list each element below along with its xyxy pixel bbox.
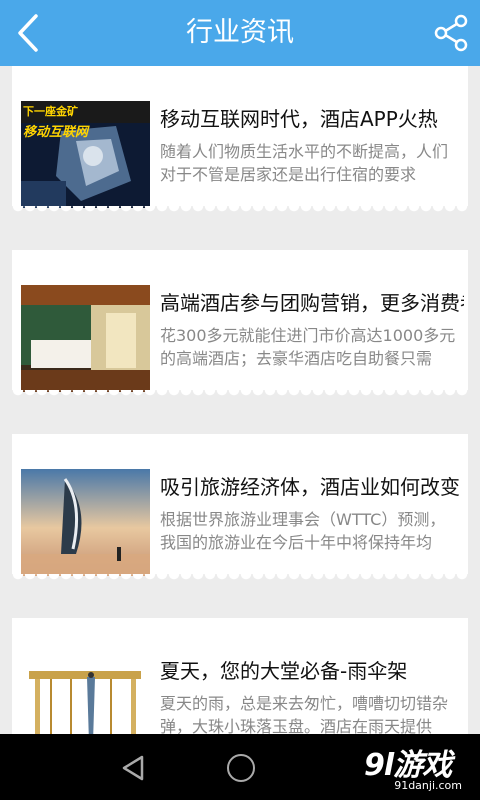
article-summary: 随着人们物质生活水平的不断提高，人们对于不管是居家还是出行住宿的要求 — [160, 142, 449, 184]
article-list[interactable]: 下一座金矿 移动互联网 移动互联网时代，酒店APP火热 随着人们物质生活水平的不… — [0, 66, 480, 734]
article-summary: 花300多元就能住进门市价高达1000多元的高端酒店；去豪华酒店吃自助餐只需 — [160, 326, 456, 368]
nav-home-icon[interactable] — [227, 754, 255, 782]
article-thumbnail — [21, 285, 150, 392]
thumb-caption-1: 下一座金矿 — [23, 105, 78, 118]
watermark-logo: 9l游戏 91danji.com — [354, 740, 464, 794]
article-card[interactable]: 吸引旅游经济体，酒店业如何改变 根据世界旅游业理事会（WTTC）预测，我国的旅游… — [12, 434, 468, 582]
article-summary: 夏天的雨，总是来去匆忙，嘈嘈切切错杂弹，大珠小珠落玉盘。酒店在雨天提供 — [160, 694, 449, 734]
app-header: 行业资讯 — [0, 0, 480, 66]
article-thumbnail: 下一座金矿 移动互联网 — [21, 101, 150, 208]
article-card[interactable]: 下一座金矿 移动互联网 移动互联网时代，酒店APP火热 随着人们物质生活水平的不… — [12, 66, 468, 214]
article-title: 移动互联网时代，酒店APP火热 — [160, 107, 438, 131]
article-card[interactable]: 高端酒店参与团购营销，更多消费者 花300多元就能住进门市价高达1000多元的高… — [12, 250, 468, 398]
share-icon — [434, 14, 468, 52]
article-title: 吸引旅游经济体，酒店业如何改变 — [160, 475, 460, 499]
page-title: 行业资讯 — [186, 17, 294, 48]
article-card[interactable]: 夏天，您的大堂必备-雨伞架 夏天的雨，总是来去匆忙，嘈嘈切切错杂弹，大珠小珠落玉… — [12, 618, 468, 734]
system-navigation-bar: 9l游戏 91danji.com — [0, 734, 480, 800]
article-title: 高端酒店参与团购营销，更多消费者 — [160, 291, 464, 315]
watermark-text: 9l游戏 — [364, 748, 452, 783]
nav-back-button[interactable] — [118, 754, 148, 782]
thumb-caption-2: 移动互联网 — [23, 125, 89, 140]
article-title: 夏天，您的大堂必备-雨伞架 — [160, 659, 408, 683]
article-thumbnail — [21, 653, 150, 734]
nav-back-icon — [122, 755, 144, 781]
share-button[interactable] — [432, 14, 470, 52]
article-summary: 根据世界旅游业理事会（WTTC）预测，我国的旅游业在今后十年中将保持年均 — [160, 510, 446, 552]
article-thumbnail — [21, 469, 150, 576]
watermark-url: 91danji.com — [394, 779, 462, 792]
